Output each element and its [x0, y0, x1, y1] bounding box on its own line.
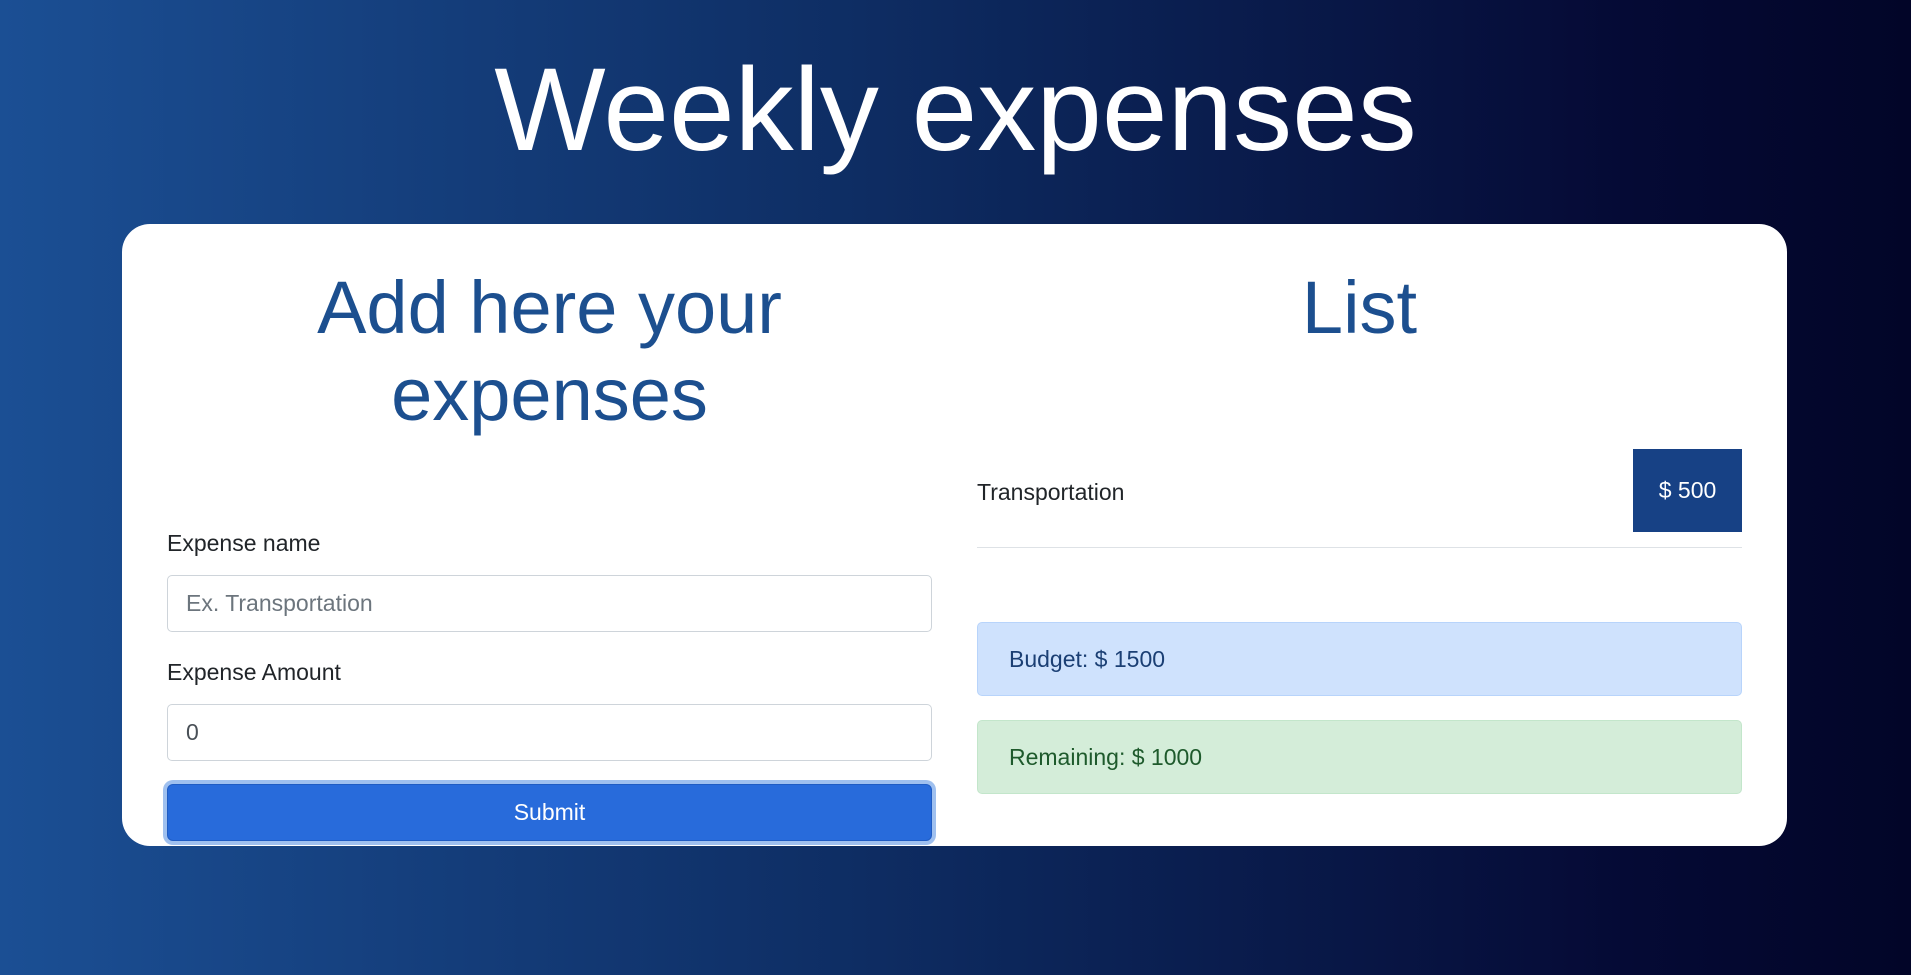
form-title: Add here your expenses — [317, 266, 782, 436]
expense-name-input[interactable] — [167, 575, 932, 632]
submit-button[interactable]: Submit — [167, 784, 932, 841]
add-expense-form: Add here your expenses Expense name Expe… — [167, 264, 932, 841]
budget-alert: Budget: $ 1500 — [977, 622, 1742, 696]
expense-amount-label: Expense Amount — [167, 659, 341, 685]
list-title: List — [1301, 266, 1418, 349]
list-item-name: Transportation — [977, 479, 1125, 505]
amount-badge: $ 500 — [1633, 449, 1742, 532]
expense-amount-input[interactable] — [167, 704, 932, 761]
remaining-alert: Remaining: $ 1000 — [977, 720, 1742, 794]
expense-list-panel: List Transportation $ 500 Budget: $ 1500… — [977, 264, 1742, 794]
list-item: Transportation $ 500 — [977, 449, 1742, 548]
expenses-card: Add here your expenses Expense name Expe… — [122, 224, 1787, 846]
expense-name-label: Expense name — [167, 530, 321, 556]
page-title: Weekly expenses — [494, 44, 1417, 176]
